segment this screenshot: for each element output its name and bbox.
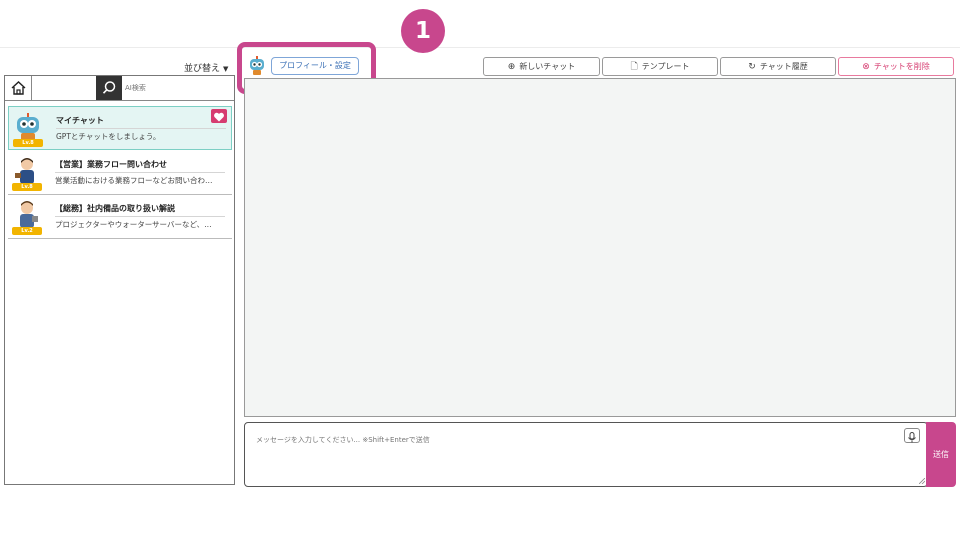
plus-circle-icon: ⊕ xyxy=(507,62,516,72)
microphone-button[interactable] xyxy=(904,428,920,443)
profile-settings-button[interactable]: プロフィール・設定 xyxy=(271,57,359,75)
home-button[interactable] xyxy=(5,76,32,100)
microphone-icon xyxy=(908,432,916,443)
item-divider xyxy=(56,128,226,129)
sort-label: 並び替え xyxy=(184,64,221,74)
template-button[interactable]: 🗋 テンプレート xyxy=(602,57,718,76)
search-icon xyxy=(102,81,116,94)
chat-list-item[interactable]: Lv.8 【営業】業務フロー問い合わせ 営業活動における業務フローなどお問い合わ… xyxy=(8,151,232,195)
caret-down-icon: ▼ xyxy=(223,65,229,73)
document-icon: 🗋 xyxy=(630,62,638,72)
header-divider xyxy=(0,47,960,48)
chat-message-area xyxy=(244,78,956,417)
message-input[interactable] xyxy=(256,433,856,447)
chat-history-button[interactable]: ↻ チャット履歴 xyxy=(720,57,836,76)
app-screen: 1 並び替え ▼ プロフィール・設定 ⊕ 新しいチャット 🗋 テンプレート ↻ チャット… xyxy=(0,0,960,540)
chat-description: 営業活動における業務フローなどお問い合わ… xyxy=(55,176,213,185)
chat-list-item[interactable]: Lv.2 【総務】社内備品の取り扱い解説 プロジェクターやウォーターサーバーなど… xyxy=(8,195,232,239)
template-label: テンプレート xyxy=(641,62,690,71)
chat-history-label: チャット履歴 xyxy=(759,62,808,71)
chat-title: 【総務】社内備品の取り扱い解説 xyxy=(55,204,175,213)
sort-button[interactable]: 並び替え ▼ xyxy=(184,61,228,74)
resize-handle-icon[interactable] xyxy=(919,478,925,484)
new-chat-button[interactable]: ⊕ 新しいチャット xyxy=(483,57,600,76)
search-button[interactable] xyxy=(96,76,122,100)
chat-description: プロジェクターやウォーターサーバーなど、… xyxy=(55,220,212,229)
history-icon: ↻ xyxy=(748,62,756,72)
step-number-badge: 1 xyxy=(401,9,445,53)
new-chat-label: 新しいチャット xyxy=(519,62,576,71)
chat-list-sidebar: Lv.8 マイチャット GPTとチャットをしましょう。 Lv.8 【営業】業務フ… xyxy=(4,75,235,485)
chat-list-item[interactable]: Lv.8 マイチャット GPTとチャットをしましょう。 xyxy=(8,106,232,150)
chat-description: GPTとチャットをしましょう。 xyxy=(56,132,161,141)
search-field[interactable] xyxy=(32,76,96,100)
level-badge: Lv.8 xyxy=(12,183,42,191)
level-badge: Lv.8 xyxy=(13,139,43,147)
close-circle-icon: ⊗ xyxy=(862,62,870,72)
favorite-heart-icon[interactable] xyxy=(211,109,227,123)
chat-title: マイチャット xyxy=(56,116,104,125)
item-divider xyxy=(55,216,225,217)
chat-title: 【営業】業務フロー問い合わせ xyxy=(55,160,167,169)
robot-avatar-icon[interactable] xyxy=(247,56,267,76)
message-composer xyxy=(244,422,928,487)
ai-search-input[interactable] xyxy=(125,81,225,95)
item-divider xyxy=(55,172,225,173)
send-button[interactable]: 送信 xyxy=(926,422,956,487)
delete-chat-button[interactable]: ⊗ チャットを削除 xyxy=(838,57,954,76)
home-icon xyxy=(11,81,26,95)
search-row xyxy=(5,76,234,101)
delete-chat-label: チャットを削除 xyxy=(873,62,930,71)
level-badge: Lv.2 xyxy=(12,227,42,235)
